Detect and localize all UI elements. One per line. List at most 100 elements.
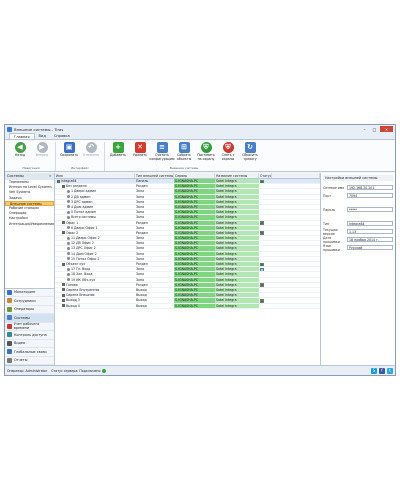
row-system-name: Satel Integra <box>215 251 259 256</box>
column-header-type[interactable]: Тип внешней системы <box>135 173 174 178</box>
nav-item[interactable]: Системы <box>5 314 54 323</box>
app-window: Внешние системы - Tiras – □ ✕ Главная Ви… <box>4 124 396 376</box>
row-name: Выход 3 <box>66 298 80 303</box>
delete-button[interactable]: ✕ Удалить <box>129 142 151 166</box>
row-name: 4 Дым админ <box>71 204 94 209</box>
row-name: 3 ДРС админ <box>71 199 93 204</box>
property-row: Текущая версия 1.13 <box>323 228 393 236</box>
row-status <box>259 195 272 199</box>
row-system-name: Satel Integra <box>215 194 259 199</box>
tab-help[interactable]: Справка <box>50 133 74 139</box>
row-name: 11 Двери Офис 2 <box>71 236 100 241</box>
property-row: Пароль ***** <box>323 206 393 213</box>
table-row[interactable]: Выход 4 Выход S-IGNASHA-PC Satel Integra <box>55 303 320 309</box>
nav-item[interactable]: Учет рабочего времени <box>5 322 54 331</box>
property-value-field[interactable]: 1.13 <box>347 229 393 234</box>
disarm-button[interactable]: ⛨ Снять с охраны <box>217 142 239 166</box>
row-server: S-IGNASHA-PC <box>174 246 215 251</box>
row-name: 6 Двери Офис 1 <box>71 225 98 230</box>
row-type: Зона <box>136 246 145 251</box>
row-name: 19 ИК Объ кух <box>71 277 96 282</box>
ribbon-group-external-systems: + Добавить ✕ Удалить ≡ Считать конфигура… <box>105 142 263 171</box>
collect-objects-icon: ⊞ <box>178 142 190 153</box>
add-icon: + <box>112 142 124 153</box>
monitor-icon <box>7 289 12 295</box>
tab-home[interactable]: Главная <box>9 133 35 139</box>
back-button[interactable]: ◀ Назад <box>9 142 31 166</box>
column-header-system-name[interactable]: Название системы <box>215 173 259 178</box>
collect-objects-button[interactable]: ⊞ Собрать объекты <box>173 142 195 166</box>
property-label: Тип <box>323 221 330 226</box>
property-value-field[interactable]: ***** <box>347 207 393 212</box>
maximize-button[interactable]: □ <box>370 126 379 132</box>
row-type: Зона <box>136 189 145 194</box>
reset-alarm-button[interactable]: ↻ Сбросить тревогу <box>239 142 261 166</box>
pin-icon[interactable]: « <box>49 173 54 180</box>
close-button[interactable]: ✕ <box>380 126 393 132</box>
property-value-field[interactable]: Русский <box>347 245 393 250</box>
row-status <box>259 184 272 188</box>
row-system-name: Satel Integra <box>215 204 259 210</box>
row-system-name: Satel Integra <box>215 225 259 230</box>
window-title: Внешние системы - Tiras <box>14 126 64 132</box>
row-system-name: Satel Integra <box>215 298 259 303</box>
column-header-server[interactable]: Сервер <box>174 173 215 178</box>
save-button[interactable]: ▣ Сохранить <box>58 142 80 166</box>
row-system-name: Satel Integra <box>215 184 259 189</box>
row-status <box>259 221 272 225</box>
row-system-name: Satel Integra <box>215 293 259 298</box>
forward-button[interactable]: ▶ Вперед <box>31 142 53 166</box>
row-name: 15 Потол Офис 2 <box>71 256 100 261</box>
zone-icon <box>67 210 70 214</box>
status-indicator <box>260 267 264 272</box>
status-indicator <box>260 221 264 225</box>
property-value-field[interactable]: Integra64 <box>347 221 393 226</box>
row-name: 2 ДВ админ <box>71 194 91 199</box>
ribbon-group-interface: ▣ Сохранить ↶ Отменить Интерфейс <box>56 142 105 171</box>
minimize-button[interactable]: – <box>360 126 369 132</box>
nav-item[interactable]: Сотрудники <box>5 297 54 306</box>
arrow-left-icon: ◀ <box>14 142 26 153</box>
property-value-field[interactable]: 192.168.20.201 <box>347 185 393 190</box>
skype-icon[interactable]: S <box>371 367 377 374</box>
sidebar-list: Терминалы Интерп на Level Systems Veri Sys… <box>5 180 54 288</box>
row-server: S-IGNASHA-PC <box>174 256 215 261</box>
nav-item[interactable]: Контроль доступа <box>5 331 54 340</box>
column-header-name[interactable]: Имя <box>55 173 135 178</box>
nav-item[interactable]: Видео <box>5 339 54 348</box>
property-label: Язык прошивки <box>323 243 340 252</box>
nav-item[interactable]: Мониторинг <box>5 288 54 297</box>
properties-fields: Сетевое имя 192.168.20.201 Порт 7094 Пароль *… <box>323 184 393 252</box>
add-button[interactable]: + Добавить <box>107 142 129 166</box>
row-system-name: Satel Integra <box>215 287 259 293</box>
server-ok-icon <box>102 368 107 373</box>
nav-item[interactable]: Операторы <box>5 305 54 314</box>
row-server: S-IGNASHA-PC <box>174 204 215 210</box>
arm-button[interactable]: ⛨ Поставить на охрану <box>195 142 217 166</box>
tab-view[interactable]: Вид <box>35 133 50 139</box>
nav-item[interactable]: Глобальные связи <box>5 348 54 357</box>
row-system-name: Satel Integra <box>215 241 259 246</box>
row-system-name: Satel Integra <box>215 282 259 287</box>
read-config-button[interactable]: ≡ Считать конфигурацию <box>149 142 175 166</box>
row-server: S-IGNASHA-PC <box>174 262 215 267</box>
partition-icon <box>62 231 65 235</box>
twitter-icon[interactable]: t <box>387 367 393 374</box>
row-system-name: Satel Integra <box>215 179 259 184</box>
partition-icon <box>62 184 65 188</box>
delete-icon: ✕ <box>134 142 146 153</box>
undo-button[interactable]: ↶ Отменить <box>80 142 102 166</box>
column-header-status[interactable]: Статус <box>259 173 272 178</box>
row-system-name: Satel Integra <box>215 272 259 277</box>
property-value-field[interactable]: 7094 <box>347 193 393 198</box>
row-system-name: Satel Integra <box>215 267 259 272</box>
property-row: Язык прошивки Русский <box>323 243 393 252</box>
zone-icon <box>67 189 70 193</box>
facebook-icon[interactable]: f <box>379 367 385 374</box>
sidebar-item[interactable]: Интеграция/Уведомления <box>5 222 54 227</box>
nav-item[interactable]: Отчеты <box>5 356 54 365</box>
row-name: Объект кух <box>66 262 86 266</box>
partition-icon <box>62 288 65 292</box>
row-status <box>259 272 272 276</box>
property-value-field[interactable]: 18 ноября 2014 г. <box>347 237 393 242</box>
